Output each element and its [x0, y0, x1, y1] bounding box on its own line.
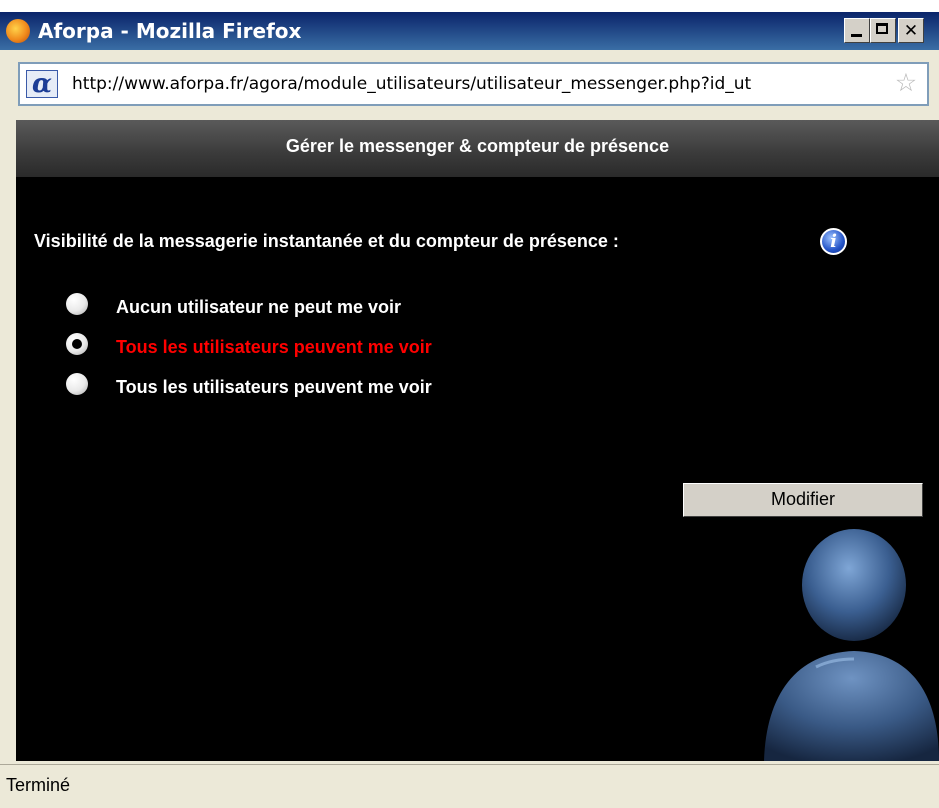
firefox-icon: [6, 19, 30, 43]
radio-button[interactable]: [66, 373, 88, 395]
minimize-icon: [851, 34, 862, 37]
close-button[interactable]: ✕: [898, 18, 924, 43]
status-bar: Terminé: [0, 764, 939, 808]
alpha-icon: α: [31, 69, 52, 99]
option-label[interactable]: Tous les utilisateurs peuvent me voir: [116, 337, 432, 358]
info-icon[interactable]: i: [820, 228, 847, 255]
maximize-button[interactable]: [870, 18, 896, 43]
page-content: Gérer le messenger & compteur de présenc…: [16, 120, 939, 761]
radio-button[interactable]: [66, 293, 88, 315]
maximize-icon: [876, 23, 888, 34]
address-bar[interactable]: α http://www.aforpa.fr/agora/module_util…: [18, 62, 929, 106]
close-icon: ✕: [903, 21, 919, 41]
window-title: Aforpa - Mozilla Firefox: [38, 19, 302, 43]
page-title: Gérer le messenger & compteur de présenc…: [285, 136, 670, 156]
site-favicon: α: [26, 69, 58, 99]
radio-button[interactable]: [66, 333, 88, 355]
user-avatar-icon: [764, 529, 939, 761]
title-bar[interactable]: Aforpa - Mozilla Firefox ✕: [0, 12, 939, 50]
browser-window: Aforpa - Mozilla Firefox ✕ α http://www.…: [0, 12, 939, 808]
visibility-question: Visibilité de la messagerie instantanée …: [34, 231, 619, 251]
option-label[interactable]: Tous les utilisateurs peuvent me voir: [116, 377, 432, 398]
url-field[interactable]: http://www.aforpa.fr/agora/module_utilis…: [72, 74, 888, 94]
modify-button[interactable]: Modifier: [683, 483, 923, 517]
bookmark-star-icon[interactable]: ☆: [893, 70, 919, 96]
page-header: Gérer le messenger & compteur de présenc…: [16, 120, 939, 177]
option-label[interactable]: Aucun utilisateur ne peut me voir: [116, 297, 401, 318]
minimize-button[interactable]: [844, 18, 870, 43]
status-text: Terminé: [6, 775, 71, 795]
